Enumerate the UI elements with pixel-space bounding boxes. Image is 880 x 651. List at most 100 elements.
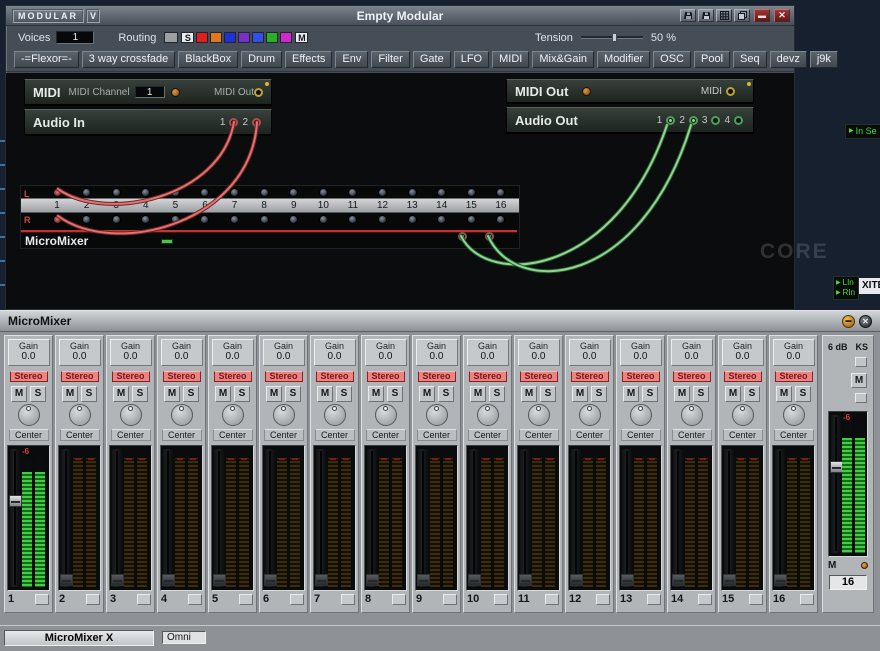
solo-button[interactable]: S [693,386,709,402]
stereo-toggle[interactable]: Stereo [214,371,252,382]
fader-track[interactable] [112,449,122,587]
fader-track[interactable] [61,449,71,587]
solo-button[interactable]: S [30,386,46,402]
toolbar-button-filter[interactable]: Filter [371,51,409,68]
pan-value[interactable]: Center [519,429,559,441]
pan-knob[interactable] [273,404,295,426]
mute-button[interactable]: M [674,386,690,402]
audio-in-module[interactable]: Audio In 1 2 [24,109,272,135]
gain-display[interactable]: Gain 0.0 [467,339,509,366]
midi-module-out-port[interactable] [254,88,263,97]
pan-value[interactable]: Center [111,429,151,441]
voices-value[interactable]: 1 [56,31,94,44]
pan-value[interactable]: Center [417,429,457,441]
midi-module[interactable]: MIDI MIDI Channel 1 MIDI Out [24,79,272,105]
solo-button[interactable]: S [438,386,454,402]
fader-track[interactable] [265,449,275,587]
toolbar-button-midi[interactable]: MIDI [492,51,529,68]
right-input-port-11[interactable] [348,215,357,224]
left-input-port-12[interactable] [378,188,387,197]
fader-track[interactable] [367,449,377,587]
mixer-close-button[interactable]: ✕ [859,315,872,328]
mute-button[interactable]: M [623,386,639,402]
audio-in-port-1[interactable] [229,118,238,127]
fader-handle[interactable] [468,574,481,586]
midi-channel-knob[interactable] [171,88,180,97]
channel-output-box[interactable] [86,594,100,605]
left-input-port-6[interactable] [200,188,209,197]
pan-knob[interactable] [477,404,499,426]
channel-output-box[interactable] [341,594,355,605]
mute-button[interactable]: M [470,386,486,402]
fader-track[interactable] [775,449,785,587]
right-input-port-6[interactable] [200,215,209,224]
solo-button[interactable]: S [81,386,97,402]
pan-knob[interactable] [18,404,40,426]
fader-track[interactable] [724,449,734,587]
right-input-port-10[interactable] [319,215,328,224]
tension-slider[interactable] [581,36,643,39]
master-small-button-1[interactable] [855,357,867,367]
pan-knob[interactable] [324,404,346,426]
fader-handle[interactable] [315,574,328,586]
copy-button[interactable] [734,9,750,22]
pan-value[interactable]: Center [672,429,712,441]
channel-output-box[interactable] [494,594,508,605]
audio-out-port-1[interactable] [666,116,675,125]
midi-out-module[interactable]: MIDI Out MIDI [506,79,754,103]
stereo-toggle[interactable]: Stereo [571,371,609,382]
pan-knob[interactable] [681,404,703,426]
stereo-toggle[interactable]: Stereo [10,371,48,382]
gain-display[interactable]: Gain 0.0 [569,339,611,366]
fader-track[interactable] [316,449,326,587]
gain-display[interactable]: Gain 0.0 [110,339,152,366]
channel-output-box[interactable] [800,594,814,605]
left-input-port-11[interactable] [348,188,357,197]
fader-handle[interactable] [774,574,787,586]
save-button[interactable] [680,9,696,22]
mute-button[interactable]: M [776,386,792,402]
toolbar-button-osc[interactable]: OSC [653,51,691,68]
left-input-port-16[interactable] [496,188,505,197]
mute-button[interactable]: M [368,386,384,402]
audio-out-port-2[interactable] [689,116,698,125]
channel-output-box[interactable] [239,594,253,605]
pan-knob[interactable] [171,404,193,426]
stereo-toggle[interactable]: Stereo [316,371,354,382]
left-input-port-7[interactable] [230,188,239,197]
left-input-port-4[interactable] [141,188,150,197]
gain-display[interactable]: Gain 0.0 [161,339,203,366]
mute-button[interactable]: M [62,386,78,402]
fader-handle[interactable] [60,574,73,586]
right-input-port-12[interactable] [378,215,387,224]
toolbar-button-3-way-crossfade[interactable]: 3 way crossfade [82,51,175,68]
mute-button[interactable]: M [266,386,282,402]
channel-output-box[interactable] [647,594,661,605]
mute-button[interactable]: M [725,386,741,402]
gain-display[interactable]: Gain 0.0 [59,339,101,366]
mute-button[interactable]: M [164,386,180,402]
stereo-toggle[interactable]: Stereo [265,371,303,382]
right-input-port-3[interactable] [112,215,121,224]
fader-track[interactable] [520,449,530,587]
right-input-port-13[interactable] [408,215,417,224]
toolbar-button-seq[interactable]: Seq [733,51,767,68]
toolbar-button-effects[interactable]: Effects [285,51,332,68]
left-input-port-10[interactable] [319,188,328,197]
fader-handle[interactable] [162,574,175,586]
right-input-port-14[interactable] [437,215,446,224]
toolbar-button-lfo[interactable]: LFO [454,51,489,68]
omni-mode-box[interactable]: Omni [162,631,206,644]
midi-out-port[interactable] [726,87,735,96]
toolbar-button-mix-gain[interactable]: Mix&Gain [532,51,594,68]
stereo-toggle[interactable]: Stereo [520,371,558,382]
channel-output-box[interactable] [596,594,610,605]
solo-button[interactable]: S [744,386,760,402]
right-input-port-7[interactable] [230,215,239,224]
right-input-port-16[interactable] [496,215,505,224]
mute-button[interactable]: M [521,386,537,402]
toolbar-button-modifier[interactable]: Modifier [597,51,650,68]
fader-handle[interactable] [519,574,532,586]
mute-button[interactable]: M [215,386,231,402]
fader-track[interactable] [163,449,173,587]
